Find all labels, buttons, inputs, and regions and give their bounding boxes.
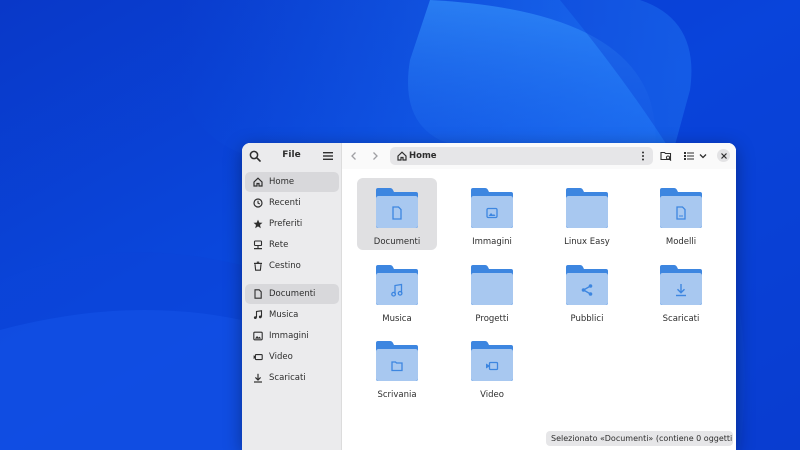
sidebar-bookmarks: Documenti Musica Immagini Video Scaricat…: [245, 284, 339, 389]
folder-item[interactable]: Immagini: [452, 178, 532, 250]
video-icon: [253, 354, 263, 361]
sidebar-item-label: Musica: [269, 310, 299, 320]
document-icon: [254, 289, 262, 299]
sidebar-item-label: Rete: [269, 240, 289, 250]
folder-item[interactable]: Scrivania: [357, 331, 437, 403]
folder-icon: [376, 265, 418, 305]
sidebar-item-scaricati[interactable]: Scaricati: [245, 368, 339, 388]
sidebar-item-label: Cestino: [269, 261, 301, 271]
status-bar: Selezionato «Documenti» (contiene 0 ogge…: [546, 431, 733, 446]
main-content: Home Documenti Immagini Linux Easy Model…: [342, 143, 736, 450]
close-icon: [720, 152, 727, 159]
folder-label: Scaricati: [662, 314, 700, 324]
music-icon: [253, 310, 263, 319]
folder-label: Scrivania: [377, 390, 417, 400]
file-grid: Documenti Immagini Linux Easy Modelli Musica…: [342, 169, 736, 429]
sidebar: File Home Recenti Preferiti Rete Cestino…: [242, 143, 342, 450]
folder-label: Pubblici: [570, 314, 604, 324]
header-bar: Home: [342, 143, 736, 169]
star-icon: [253, 219, 263, 229]
file-manager-window: File Home Recenti Preferiti Rete Cestino…: [242, 143, 736, 450]
sidebar-places: Home Recenti Preferiti Rete Cestino: [245, 172, 339, 277]
home-icon: [253, 177, 263, 187]
sidebar-item-label: Video: [269, 352, 293, 362]
sidebar-item-label: Preferiti: [269, 219, 303, 229]
folder-icon: [660, 265, 702, 305]
network-icon: [253, 240, 263, 250]
sidebar-item-label: Documenti: [269, 289, 316, 299]
folder-label: Musica: [382, 314, 412, 324]
download-icon: [254, 373, 262, 383]
folder-item[interactable]: Modelli: [641, 178, 721, 250]
folder-icon: [471, 265, 513, 305]
close-button[interactable]: [717, 149, 730, 162]
sidebar-item-cestino[interactable]: Cestino: [245, 256, 339, 276]
folder-item[interactable]: Progetti: [452, 255, 532, 327]
sidebar-item-label: Home: [269, 177, 295, 187]
sidebar-item-label: Recenti: [269, 198, 301, 208]
trash-icon: [254, 261, 262, 271]
sidebar-item-musica[interactable]: Musica: [245, 305, 339, 325]
home-icon: [397, 151, 407, 161]
new-folder-search-icon[interactable]: [660, 150, 672, 162]
hamburger-menu-icon[interactable]: [323, 151, 333, 161]
folder-label: Linux Easy: [564, 237, 610, 247]
folder-item[interactable]: Scaricati: [641, 255, 721, 327]
sidebar-header: File: [242, 143, 341, 169]
sidebar-item-rete[interactable]: Rete: [245, 235, 339, 255]
folder-item[interactable]: Linux Easy: [547, 178, 627, 250]
folder-label: Progetti: [475, 314, 509, 324]
chevron-down-icon[interactable]: [697, 150, 709, 162]
image-icon: [253, 331, 263, 341]
folder-icon: [376, 188, 418, 228]
folder-icon: [471, 188, 513, 228]
folder-label: Modelli: [665, 237, 697, 247]
back-arrow-icon[interactable]: [348, 150, 360, 162]
location-label: Home: [409, 151, 437, 161]
folder-label: Video: [480, 390, 504, 400]
location-bar[interactable]: Home: [390, 147, 653, 165]
sidebar-item-label: Immagini: [269, 331, 309, 341]
folder-label: Documenti: [373, 237, 421, 247]
sidebar-item-label: Scaricati: [269, 373, 306, 383]
folder-item[interactable]: Pubblici: [547, 255, 627, 327]
sidebar-item-immagini[interactable]: Immagini: [245, 326, 339, 346]
kebab-menu-icon[interactable]: [640, 151, 646, 161]
sidebar-item-documenti[interactable]: Documenti: [245, 284, 339, 304]
sidebar-item-preferiti[interactable]: Preferiti: [245, 214, 339, 234]
folder-label: Immagini: [472, 237, 512, 247]
folder-item[interactable]: Documenti: [357, 178, 437, 250]
folder-icon: [471, 341, 513, 381]
list-view-icon[interactable]: [683, 150, 695, 162]
forward-arrow-icon[interactable]: [369, 150, 381, 162]
sidebar-item-home[interactable]: Home: [245, 172, 339, 192]
folder-icon: [660, 188, 702, 228]
folder-item[interactable]: Musica: [357, 255, 437, 327]
sidebar-item-video[interactable]: Video: [245, 347, 339, 367]
folder-item[interactable]: Video: [452, 331, 532, 403]
folder-icon: [566, 188, 608, 228]
folder-icon: [376, 341, 418, 381]
sidebar-item-recenti[interactable]: Recenti: [245, 193, 339, 213]
clock-icon: [253, 198, 263, 208]
folder-icon: [566, 265, 608, 305]
